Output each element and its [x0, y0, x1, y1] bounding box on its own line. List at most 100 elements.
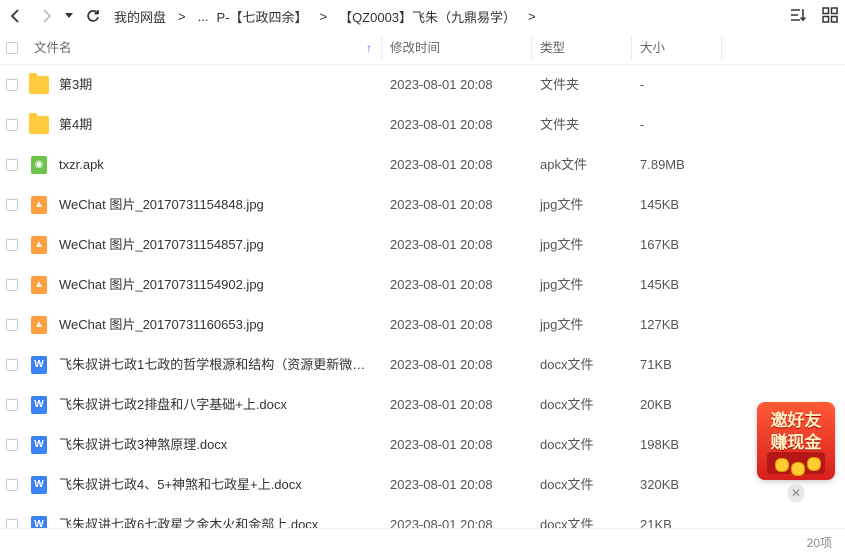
- column-header-type[interactable]: 类型: [540, 32, 565, 64]
- coin-icon: [807, 457, 821, 471]
- file-name[interactable]: 飞朱叔讲七政2排盘和八字基础+上.docx: [59, 385, 377, 425]
- file-row[interactable]: 第3期 2023-08-01 20:08 文件夹 -: [0, 65, 845, 105]
- grid-view-button[interactable]: [821, 6, 839, 24]
- image-file-icon: ▲: [31, 316, 47, 334]
- row-checkbox[interactable]: [6, 159, 18, 171]
- file-name[interactable]: txzr.apk: [59, 145, 377, 185]
- file-row[interactable]: ◉ txzr.apk 2023-08-01 20:08 apk文件 7.89MB: [0, 145, 845, 185]
- file-modified-time: 2023-08-01 20:08: [390, 197, 493, 212]
- status-bar: 20项: [0, 528, 845, 554]
- row-checkbox[interactable]: [6, 319, 18, 331]
- row-checkbox[interactable]: [6, 119, 18, 131]
- file-row[interactable]: 第4期 2023-08-01 20:08 文件夹 -: [0, 105, 845, 145]
- file-row[interactable]: ▲ WeChat 图片_20170731160653.jpg 2023-08-01 …: [0, 305, 845, 345]
- file-type: 文件夹: [540, 77, 580, 92]
- file-name[interactable]: 飞朱叔讲七政4、5+神煞和七政星+上.docx: [59, 465, 377, 505]
- word-file-icon: W: [31, 476, 47, 494]
- file-size: 145KB: [640, 277, 680, 292]
- row-checkbox[interactable]: [6, 239, 18, 251]
- invite-friends-promo[interactable]: 邀好友 赚现金: [757, 402, 835, 480]
- column-divider[interactable]: [531, 36, 532, 60]
- breadcrumb-item-current[interactable]: 【QZ0003】飞朱（九鼎易学）: [337, 7, 518, 26]
- file-type: jpg文件: [540, 237, 584, 252]
- file-type: jpg文件: [540, 317, 584, 332]
- file-modified-time: 2023-08-01 20:08: [390, 477, 493, 492]
- grid-view-icon: [822, 7, 838, 23]
- file-type: jpg文件: [540, 197, 584, 212]
- file-modified-time: 2023-08-01 20:08: [390, 77, 493, 92]
- file-size: 20KB: [640, 397, 672, 412]
- file-row[interactable]: W 飞朱叔讲七政1七政的哲学根源和结构（资源更新微信159... 2023-08-0…: [0, 345, 845, 385]
- column-header-size[interactable]: 大小: [640, 32, 665, 64]
- row-checkbox[interactable]: [6, 359, 18, 371]
- column-header-name[interactable]: 文件名: [34, 32, 72, 64]
- row-checkbox[interactable]: [6, 279, 18, 291]
- refresh-button[interactable]: [80, 0, 106, 32]
- column-header-modified[interactable]: 修改时间: [390, 32, 440, 64]
- coin-icon: [775, 458, 789, 472]
- breadcrumb-item-parent[interactable]: P-【七政四余】: [214, 7, 309, 26]
- chevron-right-icon: [43, 9, 52, 23]
- top-toolbar: 我的网盘 > ... P-【七政四余】 > 【QZ0003】飞朱（九鼎易学） >: [0, 0, 845, 32]
- file-size: 7.89MB: [640, 157, 685, 172]
- file-name[interactable]: 飞朱叔讲七政3神煞原理.docx: [59, 425, 377, 465]
- file-row[interactable]: ▲ WeChat 图片_20170731154857.jpg 2023-08-01 …: [0, 225, 845, 265]
- file-row[interactable]: W 飞朱叔讲七政3神煞原理.docx 2023-08-01 20:08 docx文件 1…: [0, 425, 845, 465]
- file-type: jpg文件: [540, 277, 584, 292]
- file-name[interactable]: 飞朱叔讲七政1七政的哲学根源和结构（资源更新微信159...: [59, 345, 377, 385]
- chevron-right-icon: >: [528, 8, 536, 24]
- sort-ascending-icon[interactable]: ↑: [366, 32, 372, 64]
- column-divider[interactable]: [381, 36, 382, 60]
- file-name[interactable]: WeChat 图片_20170731154848.jpg: [59, 185, 377, 225]
- sort-icon: [791, 9, 807, 22]
- breadcrumb-item-home[interactable]: 我的网盘: [112, 7, 168, 26]
- select-all-checkbox[interactable]: [6, 42, 18, 54]
- file-modified-time: 2023-08-01 20:08: [390, 117, 493, 132]
- file-modified-time: 2023-08-01 20:08: [390, 437, 493, 452]
- file-size: -: [640, 77, 645, 92]
- file-name[interactable]: WeChat 图片_20170731160653.jpg: [59, 305, 377, 345]
- sort-button[interactable]: [789, 6, 807, 24]
- file-row[interactable]: W 飞朱叔讲七政2排盘和八字基础+上.docx 2023-08-01 20:08 do…: [0, 385, 845, 425]
- file-row[interactable]: ▲ WeChat 图片_20170731154848.jpg 2023-08-01 …: [0, 185, 845, 225]
- history-dropdown-button[interactable]: [62, 0, 76, 32]
- file-list-header: 文件名 ↑ 修改时间 类型 大小: [0, 32, 845, 65]
- forward-button[interactable]: [34, 0, 60, 32]
- file-row[interactable]: W 飞朱叔讲七政4、5+神煞和七政星+上.docx 2023-08-01 20:08…: [0, 465, 845, 505]
- file-name[interactable]: 第4期: [59, 105, 377, 145]
- column-divider[interactable]: [631, 36, 632, 60]
- file-size: 145KB: [640, 197, 680, 212]
- file-size: 198KB: [640, 437, 680, 452]
- file-name[interactable]: WeChat 图片_20170731154857.jpg: [59, 225, 377, 265]
- row-checkbox[interactable]: [6, 79, 18, 91]
- android-file-icon: ◉: [31, 156, 47, 174]
- breadcrumb-ellipsis[interactable]: ...: [196, 9, 215, 24]
- file-name[interactable]: 第3期: [59, 65, 377, 105]
- file-size: 127KB: [640, 317, 680, 332]
- back-button[interactable]: [2, 0, 28, 32]
- file-type: 文件夹: [540, 117, 580, 132]
- file-modified-time: 2023-08-01 20:08: [390, 317, 493, 332]
- file-size: -: [640, 117, 645, 132]
- file-type: docx文件: [540, 357, 594, 372]
- file-modified-time: 2023-08-01 20:08: [390, 237, 493, 252]
- row-checkbox[interactable]: [6, 399, 18, 411]
- item-count: 20项: [806, 536, 832, 550]
- row-checkbox[interactable]: [6, 479, 18, 491]
- breadcrumb: 我的网盘 > ... P-【七政四余】 > 【QZ0003】飞朱（九鼎易学） >: [112, 7, 546, 26]
- file-name[interactable]: WeChat 图片_20170731154902.jpg: [59, 265, 377, 305]
- chevron-right-icon: >: [178, 8, 186, 24]
- column-divider[interactable]: [721, 36, 722, 60]
- file-size: 71KB: [640, 357, 672, 372]
- image-file-icon: ▲: [31, 196, 47, 214]
- row-checkbox[interactable]: [6, 439, 18, 451]
- promo-close-button[interactable]: ✕: [787, 484, 805, 502]
- word-file-icon: W: [31, 436, 47, 454]
- chevron-left-icon: [10, 9, 19, 23]
- file-row[interactable]: ▲ WeChat 图片_20170731154902.jpg 2023-08-01 …: [0, 265, 845, 305]
- file-type: docx文件: [540, 477, 594, 492]
- close-icon: ✕: [790, 486, 802, 500]
- file-size: 167KB: [640, 237, 680, 252]
- row-checkbox[interactable]: [6, 199, 18, 211]
- file-size: 320KB: [640, 477, 680, 492]
